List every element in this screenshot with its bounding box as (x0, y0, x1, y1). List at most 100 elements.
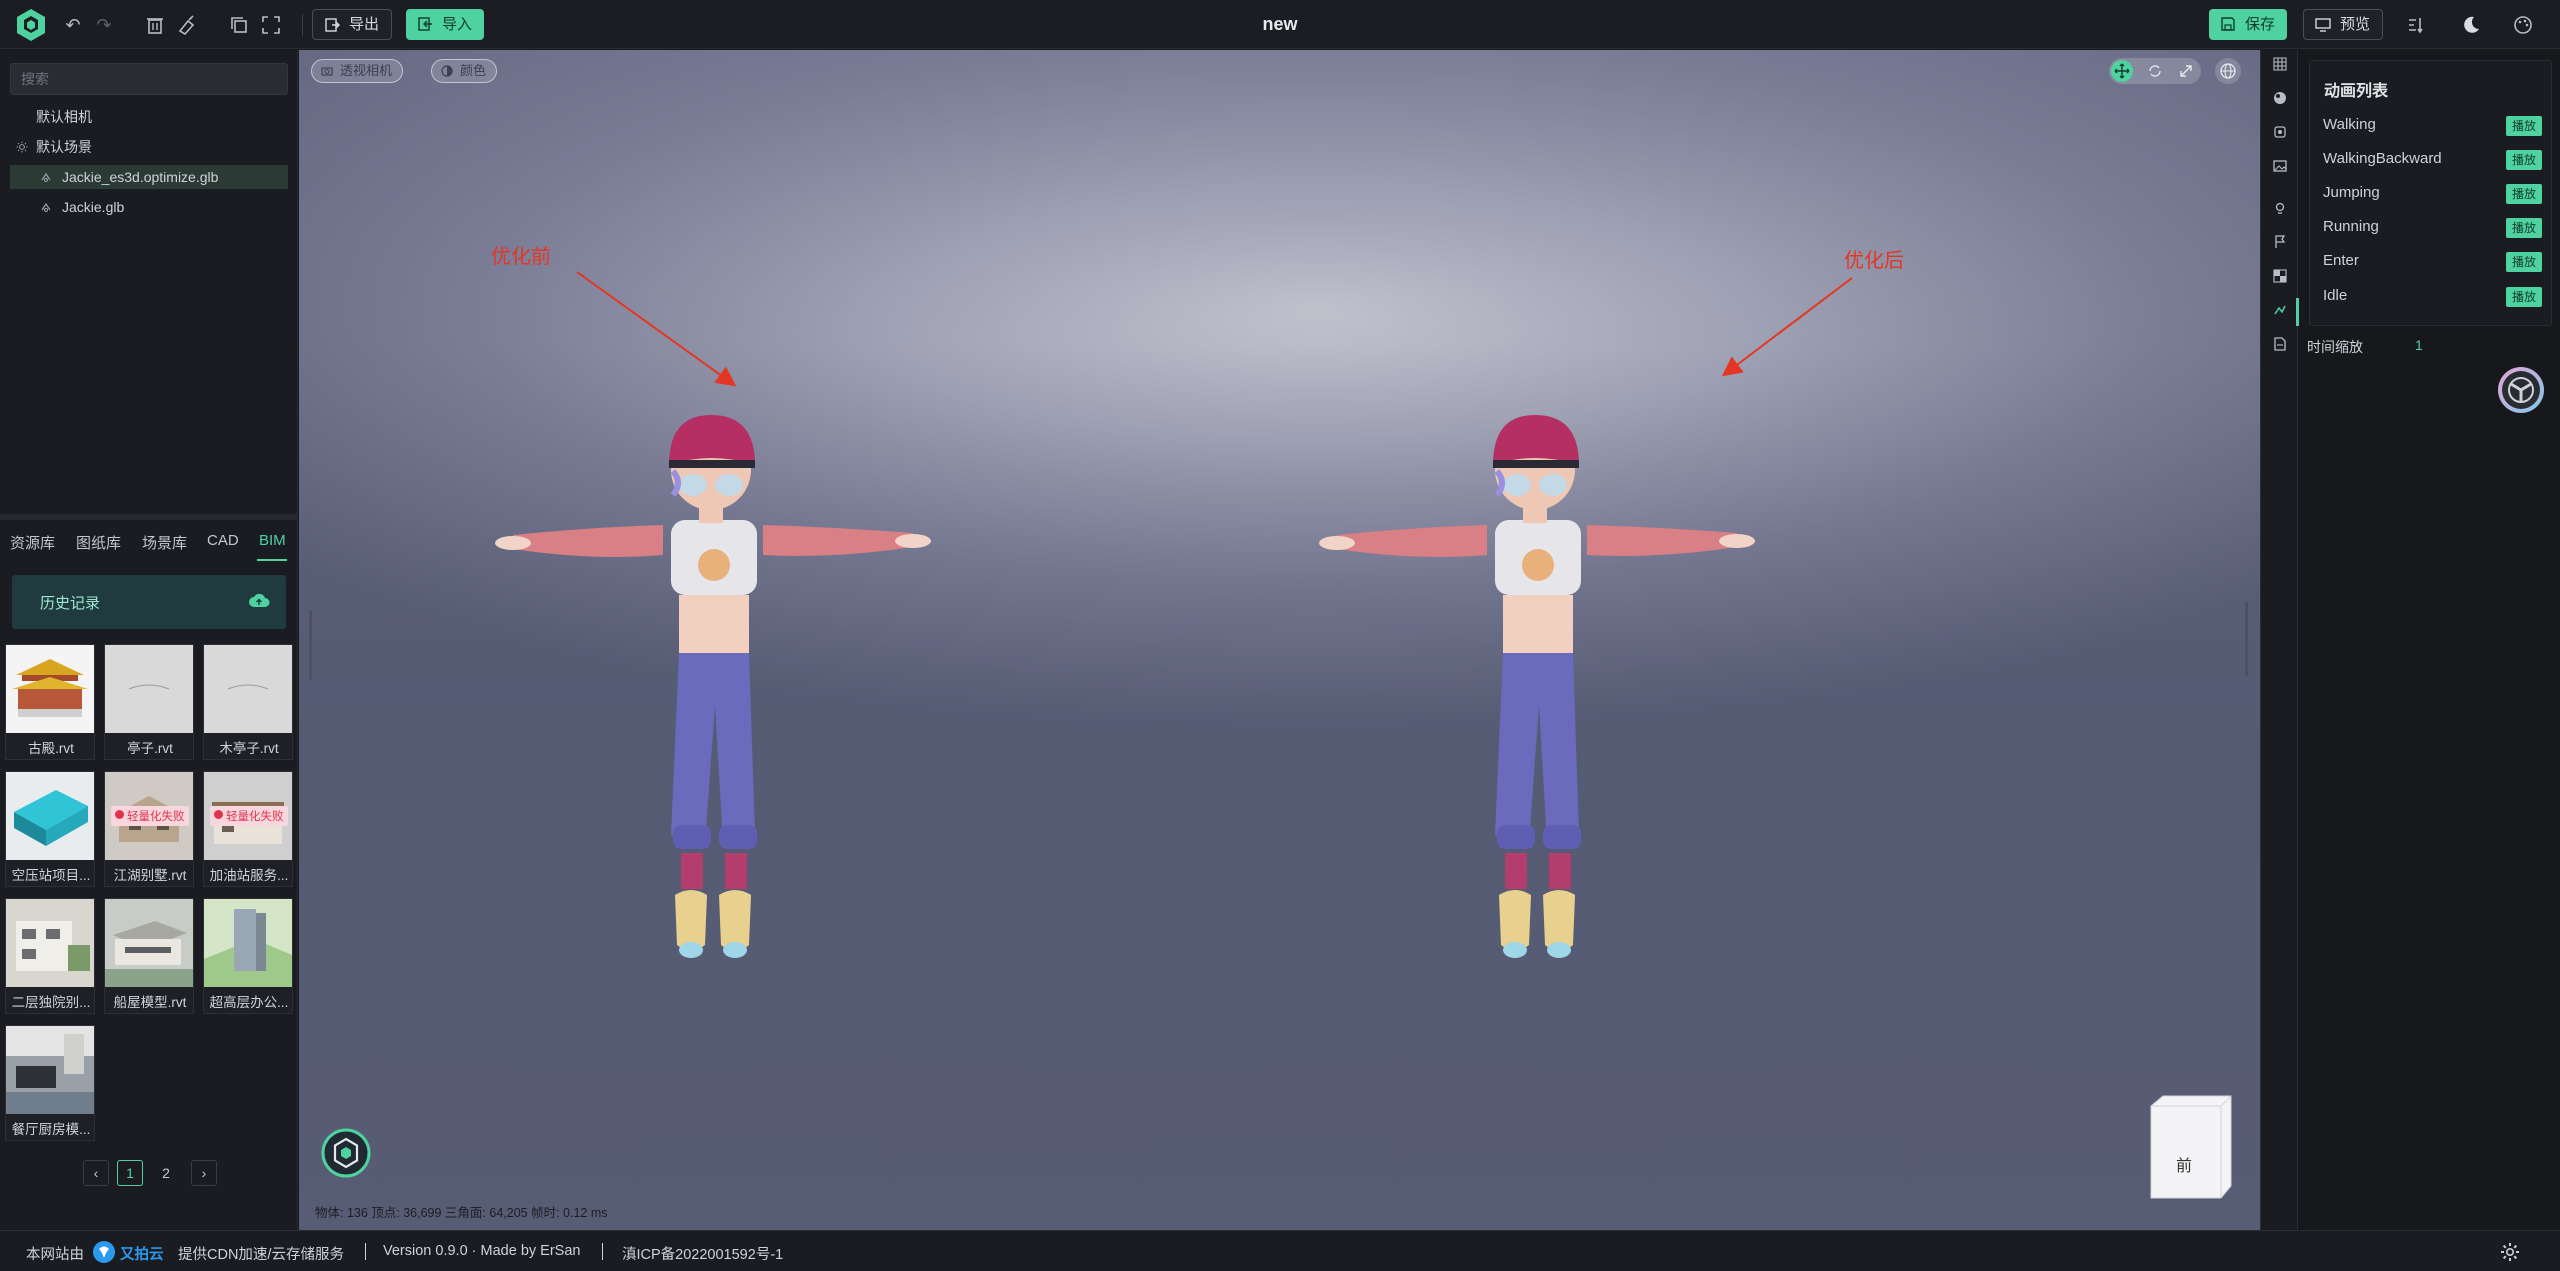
footer-divider (365, 1243, 366, 1260)
view-cube-face-front[interactable]: 前 (2147, 1152, 2221, 1176)
texture-checker-icon[interactable] (2272, 268, 2288, 284)
material-ball-icon[interactable] (2272, 90, 2288, 106)
script-file-icon[interactable] (2272, 336, 2288, 352)
thumbnail-image (105, 899, 193, 987)
preview-button[interactable]: 预览 (2303, 9, 2384, 40)
tree-item-scene[interactable]: 默认场景 (10, 135, 288, 159)
property-icon-rail (2260, 50, 2299, 1230)
assistant-avatar-icon[interactable] (2497, 366, 2545, 414)
tab-scenes[interactable]: 场景库 (142, 532, 187, 553)
pager-page-2[interactable]: 2 (153, 1160, 179, 1186)
view-cube[interactable]: 前 (2147, 1094, 2233, 1200)
library-item-label: 亭子.rvt (127, 741, 173, 756)
animation-icon[interactable] (2272, 302, 2288, 318)
delete-icon[interactable] (142, 12, 168, 38)
tab-bim[interactable]: BIM (259, 532, 286, 549)
history-button[interactable]: 历史记录 (12, 575, 286, 629)
tree-item-model-optimized[interactable]: Jackie_es3d.optimize.glb (10, 165, 288, 189)
play-button[interactable]: 播放 (2506, 218, 2542, 238)
tree-item-label: 默认场景 (36, 139, 92, 155)
time-scale-value[interactable]: 1 (2415, 337, 2423, 353)
library-item-highrise-office[interactable]: 超高层办公... (203, 898, 293, 1014)
right-panel: 动画列表 Walking 播放 WalkingBackward 播放 Jumpi… (2299, 50, 2560, 1230)
model-icon (41, 202, 51, 212)
footer-icp-link[interactable]: 滇ICP备2022001592号-1 (622, 1243, 783, 1264)
settings-gear-icon[interactable] (2499, 1241, 2521, 1263)
library-item-label: 船屋模型.rvt (113, 995, 187, 1010)
grid-icon[interactable] (2272, 56, 2288, 72)
thumbnail-image (6, 899, 94, 987)
undo-icon[interactable]: ↶ (60, 12, 86, 38)
animation-item-label: WalkingBackward (2323, 150, 2442, 167)
thumbnail-image (204, 645, 292, 733)
sun-icon (16, 141, 28, 153)
footer-cdn-text: 提供CDN加速/云存储服务 (178, 1247, 344, 1263)
footer-host-label: 本网站由 (26, 1247, 84, 1263)
tab-drawings[interactable]: 图纸库 (76, 532, 121, 553)
import-icon (418, 17, 432, 31)
redo-icon[interactable]: ↷ (91, 12, 117, 38)
character-model-before[interactable] (493, 365, 933, 1105)
play-button[interactable]: 播放 (2506, 287, 2542, 307)
viewport-right-handle[interactable] (2245, 602, 2248, 676)
library-item-gas-station[interactable]: 轻量化失败 加油站服务... (203, 771, 293, 887)
footer-divider (602, 1243, 603, 1260)
play-button[interactable]: 播放 (2506, 150, 2542, 170)
save-label: 保存 (2245, 16, 2276, 33)
viewport-left-handle[interactable] (309, 610, 312, 680)
light-icon[interactable] (2272, 200, 2288, 216)
image-icon[interactable] (2272, 158, 2288, 174)
library-item-courtyard-villa[interactable]: 二层独院别... (5, 898, 95, 1014)
library-item-air-compressor[interactable]: 空压站项目... (5, 771, 95, 887)
clear-brush-icon[interactable] (174, 12, 200, 38)
app-logo-icon[interactable] (14, 8, 48, 42)
viewport-logo-icon[interactable] (321, 1128, 371, 1178)
animation-list-title: 动画列表 (2324, 83, 2389, 100)
palette-icon[interactable] (2510, 12, 2536, 38)
fullscreen-icon[interactable] (258, 12, 284, 38)
animation-item-label: Walking (2323, 116, 2376, 133)
tab-cad[interactable]: CAD (207, 532, 239, 549)
3d-viewport[interactable]: 透视相机 颜色 优化前 优化后 物体: 136 顶点: 36,699 三角面: … (299, 50, 2260, 1230)
tree-item-camera[interactable]: 默认相机 (10, 105, 288, 129)
library-item-mutingzi[interactable]: 木亭子.rvt (203, 644, 293, 760)
character-model-after[interactable] (1317, 365, 1757, 1105)
library-item-label: 加油站服务... (209, 868, 289, 883)
library-item-label: 餐厅厨房模... (11, 1122, 91, 1137)
library-item-label: 江湖别墅.rvt (113, 868, 187, 883)
flag-icon[interactable] (2272, 234, 2288, 250)
tree-item-label: Jackie_es3d.optimize.glb (62, 169, 219, 185)
library-item-tingzi[interactable]: 亭子.rvt (104, 644, 194, 760)
tree-item-model[interactable]: Jackie.glb (10, 195, 288, 219)
play-button[interactable]: 播放 (2506, 184, 2542, 204)
copy-icon[interactable] (226, 12, 252, 38)
footer-cdn-brand[interactable]: 又拍云 (120, 1243, 164, 1264)
library-item-boathouse[interactable]: 船屋模型.rvt (104, 898, 194, 1014)
tab-resources[interactable]: 资源库 (10, 532, 55, 553)
panel-splitter[interactable] (0, 514, 298, 520)
play-button[interactable]: 播放 (2506, 252, 2542, 272)
pager-next-button[interactable]: › (191, 1160, 217, 1186)
footer-version: Version 0.9.0 · Made by ErSan (383, 1243, 581, 1259)
export-button[interactable]: 导出 (312, 9, 393, 40)
pager-prev-button[interactable]: ‹ (83, 1160, 109, 1186)
library-item-jianghu-villa[interactable]: 轻量化失败 江湖别墅.rvt (104, 771, 194, 887)
object-settings-icon[interactable] (2272, 124, 2288, 140)
pager-page-1[interactable]: 1 (117, 1160, 143, 1186)
library-item-kitchen[interactable]: 餐厅厨房模... (5, 1025, 95, 1141)
thumbnail-image (6, 1026, 94, 1114)
layout-settings-icon[interactable] (2404, 12, 2430, 38)
animation-item-label: Enter (2323, 252, 2359, 269)
active-tab-indicator (257, 559, 287, 561)
animation-list: 动画列表 Walking 播放 WalkingBackward 播放 Jumpi… (2309, 60, 2552, 326)
play-button[interactable]: 播放 (2506, 116, 2542, 136)
animation-item-label: Jumping (2323, 184, 2380, 201)
dark-mode-icon[interactable] (2458, 12, 2484, 38)
save-button[interactable]: 保存 (2209, 9, 2288, 40)
fail-badge: 轻量化失败 (111, 806, 189, 826)
upyun-logo-icon[interactable] (92, 1240, 116, 1264)
import-button[interactable]: 导入 (406, 9, 485, 40)
thumbnail-image (105, 645, 193, 733)
library-item-gudian[interactable]: 古殿.rvt (5, 644, 95, 760)
search-input[interactable] (10, 63, 288, 95)
